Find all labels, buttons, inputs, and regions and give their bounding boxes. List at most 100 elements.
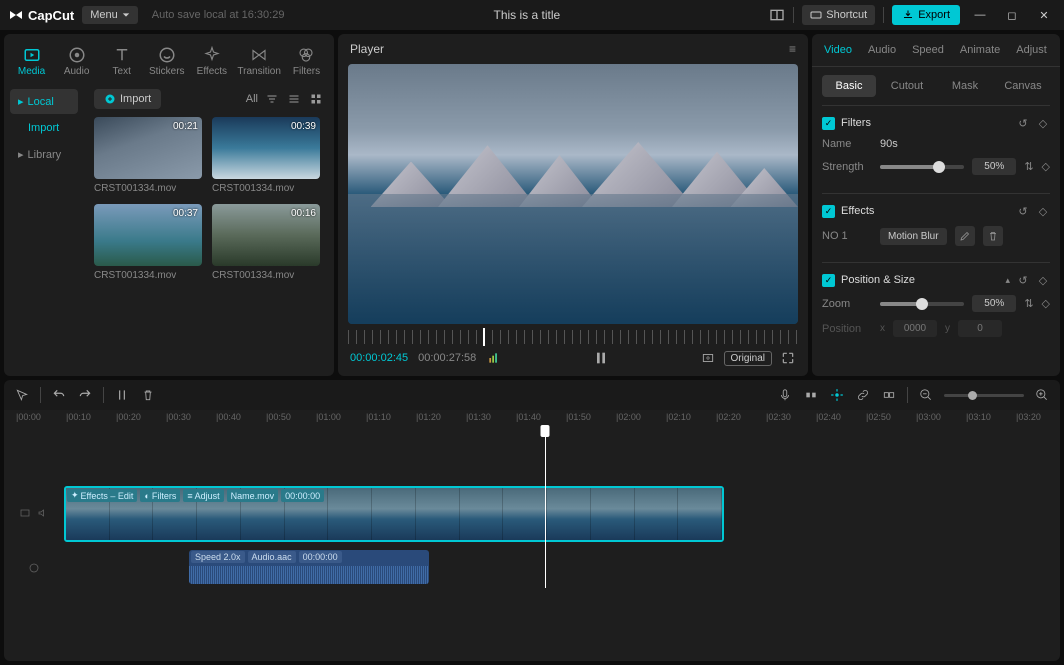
delete-effect-icon[interactable] [983,226,1003,246]
clip-tag-adjust[interactable]: ≡ Adjust [183,489,223,502]
timeline-ruler[interactable]: |00:00|00:10|00:20|00:30|00:40|00:50|01:… [4,410,1060,426]
filter-name-value: 90s [880,138,898,150]
record-icon[interactable] [777,387,793,403]
stepper-icon[interactable]: ⇅ [1024,297,1033,310]
zoom-in-icon[interactable] [1034,387,1050,403]
delete-icon[interactable] [140,387,156,403]
tab-stickers[interactable]: Stickers [145,40,188,83]
media-clip[interactable]: 00:37CRST001334.mov [94,204,202,281]
position-y[interactable]: 0 [958,320,1002,337]
playhead[interactable] [545,426,546,588]
timeline[interactable]: |00:00|00:10|00:20|00:30|00:40|00:50|01:… [4,410,1060,661]
reset-icon[interactable]: ↺ [1016,204,1030,218]
prop-tab-video[interactable]: Video [816,34,860,66]
mute-track-icon[interactable] [37,507,49,522]
titlebar: CapCut Menu Auto save local at 16:30:29 … [0,0,1064,30]
collapse-icon[interactable]: ▴ [1005,275,1010,286]
filters-checkbox[interactable]: ✓ [822,117,835,130]
video-clip[interactable]: ✦ Effects – Edit ◐ Filters ≡ Adjust Name… [64,486,724,542]
close-button[interactable]: ✕ [1032,3,1056,27]
project-title[interactable]: This is a title [292,8,761,22]
subtab-basic[interactable]: Basic [822,75,876,97]
tab-text[interactable]: Text [100,40,143,83]
levels-icon[interactable] [486,350,502,366]
subtab-mask[interactable]: Mask [938,75,992,97]
zoom-value[interactable]: 50% [972,295,1016,312]
strength-slider[interactable] [880,165,964,169]
prop-tab-speed[interactable]: Speed [904,34,952,66]
reset-icon[interactable]: ↺ [1016,116,1030,130]
position-x[interactable]: 0000 [893,320,937,337]
layout-icon[interactable] [769,7,785,23]
auto-snap-icon[interactable] [829,387,845,403]
reset-icon[interactable]: ↺ [1016,273,1030,287]
effects-checkbox[interactable]: ✓ [822,205,835,218]
tab-media[interactable]: Media [10,40,53,83]
undo-icon[interactable] [51,387,67,403]
subtab-canvas[interactable]: Canvas [996,75,1050,97]
menu-button[interactable]: Menu [82,6,138,24]
app-logo: CapCut [8,7,74,23]
timecode-current: 00:00:02:45 [350,352,408,364]
edit-effect-icon[interactable] [955,226,975,246]
selection-tool-icon[interactable] [14,387,30,403]
effects-icon [203,46,221,64]
filter-all[interactable]: All [246,93,258,105]
keyframe-icon[interactable]: ◇ [1042,160,1050,173]
section-filters: ✓ Filters ↺◇ Name90s Strength 50% ⇅ ◇ [822,105,1050,193]
tab-filters[interactable]: Filters [285,40,328,83]
keyframe-icon[interactable]: ◇ [1036,204,1050,218]
tab-audio[interactable]: Audio [55,40,98,83]
split-icon[interactable] [114,387,130,403]
sort-icon[interactable] [264,91,280,107]
preview-axis-icon[interactable] [881,387,897,403]
audio-track-icon[interactable] [28,562,40,577]
zoom-out-icon[interactable] [918,387,934,403]
media-clip[interactable]: 00:16CRST001334.mov [212,204,320,281]
tab-effects[interactable]: Effects [190,40,233,83]
clip-tag-effects[interactable]: ✦ Effects – Edit [67,489,137,502]
prop-tab-audio[interactable]: Audio [860,34,904,66]
player-ruler[interactable] [348,330,798,344]
clip-tag-filters[interactable]: ◐ Filters [140,489,180,502]
subtab-cutout[interactable]: Cutout [880,75,934,97]
audio-clip[interactable]: Speed 2.0x Audio.aac 00:00:00 [189,550,429,584]
media-clip[interactable]: 00:39CRST001334.mov [212,117,320,194]
linkage-icon[interactable] [855,387,871,403]
lock-track-icon[interactable] [19,507,31,522]
maximize-button[interactable]: ◻ [1000,3,1024,27]
prop-tab-animate[interactable]: Animate [952,34,1008,66]
preview-viewport[interactable] [348,64,798,324]
import-button[interactable]: Import [94,89,161,109]
main-track-magnet-icon[interactable] [803,387,819,403]
player-panel: Player ≡ 00:00:02:45 00:00:27:58 [338,34,808,376]
redo-icon[interactable] [77,387,93,403]
prop-tab-adjust[interactable]: Adjust [1008,34,1055,66]
sidebar-library[interactable]: ▸Library [10,142,78,167]
tab-transition[interactable]: Transition [235,40,283,83]
minimize-button[interactable]: — [968,3,992,27]
grid-view-icon[interactable] [308,91,324,107]
video-track: ✦ Effects – Edit ◐ Filters ≡ Adjust Name… [4,486,1060,542]
stepper-icon[interactable]: ⇅ [1024,160,1033,173]
play-pause-button[interactable] [593,350,609,366]
shortcut-button[interactable]: Shortcut [802,5,875,25]
timeline-zoom-slider[interactable] [944,394,1024,397]
audio-filename: Audio.aac [248,551,296,563]
sidebar-import[interactable]: Import [10,116,78,140]
media-clip[interactable]: 00:21CRST001334.mov [94,117,202,194]
keyframe-icon[interactable]: ◇ [1036,273,1050,287]
strength-value[interactable]: 50% [972,158,1016,175]
position-checkbox[interactable]: ✓ [822,274,835,287]
player-menu-icon[interactable]: ≡ [789,42,796,56]
original-toggle[interactable]: Original [724,351,772,366]
keyframe-icon[interactable]: ◇ [1042,297,1050,310]
list-view-icon[interactable] [286,91,302,107]
ratio-icon[interactable] [700,350,716,366]
export-button[interactable]: Export [892,5,960,25]
fullscreen-icon[interactable] [780,350,796,366]
keyframe-icon[interactable]: ◇ [1036,116,1050,130]
zoom-slider[interactable] [880,302,964,306]
sidebar-local[interactable]: ▸Local [10,89,78,114]
export-icon [902,9,914,21]
